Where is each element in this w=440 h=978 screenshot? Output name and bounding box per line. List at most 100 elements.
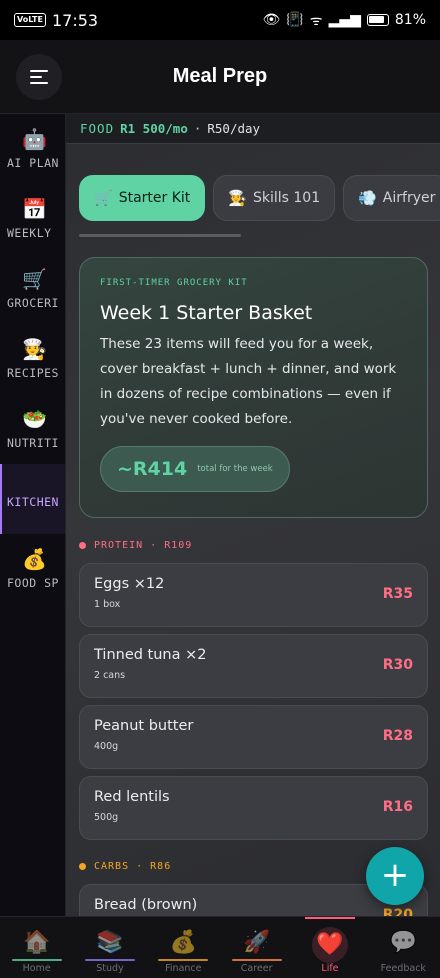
calendar-icon: 📅 [22, 197, 48, 221]
kitchen-tabs: 🛒 Starter Kit 🧑‍🍳 Skills 101 💨 Airfryer [79, 175, 440, 221]
list-item[interactable]: Tinned tuna ×2 2 cans R30 [79, 634, 428, 698]
signal-icon: ▂▄▆ [328, 12, 361, 28]
eye-icon: 👁 [262, 12, 281, 28]
item-price: R20 [382, 907, 413, 916]
section-dot [79, 863, 86, 870]
tab-label: Starter Kit [118, 190, 191, 206]
item-quantity: 2 cans [94, 670, 126, 681]
list-item[interactable]: Red lentils 500g R16 [79, 776, 428, 840]
budget-daily: R50/day [207, 121, 261, 136]
battery-icon [366, 14, 389, 26]
nav-accent [84, 959, 135, 961]
nav-active-indicator: ❤️ [311, 927, 348, 963]
item-price: R16 [382, 799, 413, 815]
tab-starter-kit[interactable]: 🛒 Starter Kit [79, 175, 206, 221]
sidebar-item-ai-plan[interactable]: 🤖 AI PLAN [0, 114, 65, 184]
budget-separator: · [193, 121, 202, 136]
nav-home[interactable]: 🏠 Home [0, 917, 73, 978]
card-kicker: FIRST-TIMER GROCERY KIT [100, 278, 248, 288]
rocket-icon: 🚀 [242, 930, 271, 955]
nav-label: Career [240, 963, 273, 974]
card-title: Week 1 Starter Basket [100, 302, 313, 324]
sidebar-item-label: AI PLAN [7, 156, 59, 170]
page-title: Meal Prep [172, 65, 268, 87]
tab-label: Skills 101 [252, 190, 321, 206]
money-bag-icon: 💰 [22, 547, 48, 571]
robot-icon: 🤖 [22, 127, 48, 151]
status-right: 👁 📳 ᯤ ▂▄▆ 81% [263, 11, 426, 30]
nav-label: Finance [165, 963, 202, 974]
nav-feedback[interactable]: 💬 Feedback [367, 917, 440, 978]
sidebar-item-label: WEEKLY [7, 226, 52, 240]
status-time: 17:53 [51, 10, 99, 30]
nav-label: Feedback [380, 963, 426, 974]
vibrate-icon: 📳 [286, 12, 304, 28]
item-name: Tinned tuna ×2 [94, 647, 207, 663]
sidebar-item-label: FOOD SP [7, 576, 59, 590]
chef-icon: 🧑‍🍳 [228, 189, 247, 207]
item-price: R35 [382, 586, 413, 602]
nav-label: Life [321, 963, 339, 974]
main-content[interactable]: FOOD R1 500/mo · R50/day 🛒 Starter Kit 🧑… [66, 114, 440, 916]
chef-icon: 🧑‍🍳 [22, 337, 48, 361]
budget-monthly: R1 500/mo [120, 121, 188, 136]
sidebar-item-nutrition[interactable]: 🥗 NUTRITI [0, 394, 65, 464]
chat-bubble-icon: 💬 [389, 930, 417, 955]
sidebar-item-label: GROCERI [7, 296, 59, 310]
plus-icon: + [380, 854, 410, 895]
section-label: PROTEIN · R109 [94, 540, 193, 551]
total-amount: ~R414 [117, 458, 188, 480]
money-bag-icon: 💰 [169, 930, 198, 955]
card-description: These 23 items will feed you for a week,… [100, 336, 397, 427]
section-dot [79, 542, 86, 549]
status-left: VoLTE 17:53 [14, 11, 98, 30]
list-item[interactable]: Eggs ×12 1 box R35 [79, 563, 428, 627]
sidebar-item-weekly[interactable]: 📅 WEEKLY [0, 184, 65, 254]
nav-study[interactable]: 📚 Study [73, 917, 146, 978]
tab-label: Airfryer [382, 190, 436, 206]
section-header-protein: PROTEIN · R109 [79, 540, 192, 551]
section-header-carbs: CARBS · R86 [79, 861, 171, 872]
sidebar-item-groceries[interactable]: 🛒 GROCERI [0, 254, 65, 324]
cart-icon: 🛒 [22, 267, 48, 291]
sidebar: 🤖 AI PLAN 📅 WEEKLY 🛒 GROCERI 🧑‍🍳 RECIPES… [0, 114, 66, 916]
food-budget-bar: FOOD R1 500/mo · R50/day [66, 114, 440, 144]
nav-career[interactable]: 🚀 Career [220, 917, 293, 978]
list-item[interactable]: Peanut butter 400g R28 [79, 705, 428, 769]
starter-basket-card: FIRST-TIMER GROCERY KIT Week 1 Starter B… [79, 257, 428, 518]
battery-percent: 81% [394, 12, 426, 28]
item-name: Red lentils [94, 789, 170, 805]
nav-label: Home [22, 963, 51, 974]
total-label: total for the week [197, 464, 273, 474]
sidebar-item-label: KITCHEN [7, 495, 59, 509]
add-button[interactable]: + [366, 847, 424, 905]
sidebar-item-recipes[interactable]: 🧑‍🍳 RECIPES [0, 324, 65, 394]
app-header: Meal Prep [0, 40, 440, 114]
nav-accent [11, 959, 62, 961]
nav-life[interactable]: ❤️ Life [293, 917, 366, 978]
menu-button[interactable] [16, 54, 62, 100]
nav-finance[interactable]: 💰 Finance [147, 917, 220, 978]
books-icon: 📚 [96, 930, 124, 955]
item-quantity: 500g [94, 812, 119, 823]
sidebar-item-kitchen[interactable]: KITCHEN [0, 464, 65, 534]
item-price: R28 [382, 728, 413, 744]
tab-airfryer[interactable]: 💨 Airfryer [343, 175, 440, 221]
sidebar-item-food-spend[interactable]: 💰 FOOD SP [0, 534, 65, 604]
item-name: Bread (brown) [94, 897, 198, 913]
item-quantity: 400g [94, 741, 119, 752]
menu-icon [30, 70, 48, 72]
bottom-nav: 🏠 Home 📚 Study 💰 Finance 🚀 Career ❤️ Lif… [0, 916, 440, 978]
item-price: R30 [382, 657, 413, 673]
tab-skills-101[interactable]: 🧑‍🍳 Skills 101 [213, 175, 336, 221]
heart-icon: ❤️ [316, 932, 344, 957]
status-bar: VoLTE 17:53 👁 📳 ᯤ ▂▄▆ 81% [0, 0, 440, 40]
section-label: CARBS · R86 [94, 861, 172, 872]
wifi-icon: ᯤ [309, 12, 323, 29]
wind-icon: 💨 [358, 189, 377, 207]
nav-label: Study [96, 963, 124, 974]
home-icon: 🏠 [22, 930, 51, 955]
nav-accent [231, 959, 282, 961]
tabs-scroll-indicator [79, 234, 241, 237]
volte-icon: VoLTE [14, 13, 46, 27]
